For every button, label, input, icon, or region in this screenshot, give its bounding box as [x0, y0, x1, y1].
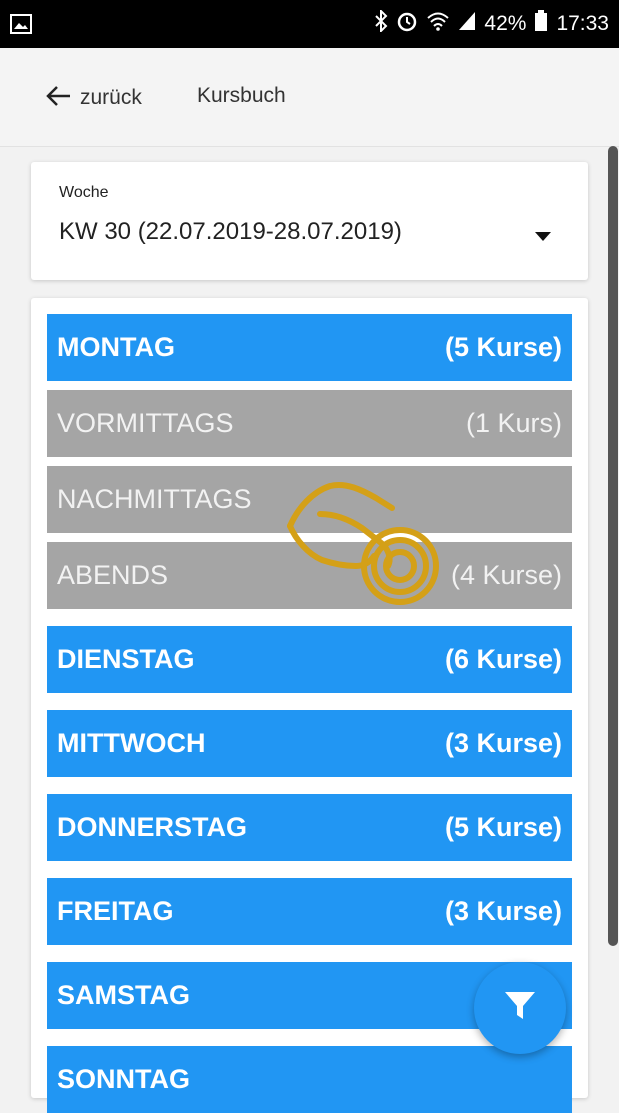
row-count: (3 Kurse)	[444, 728, 562, 758]
battery-icon	[534, 10, 548, 38]
slot-row-nachmittags[interactable]: NACHMITTAGS	[47, 466, 572, 533]
row-label: SAMSTAG	[57, 980, 190, 1010]
wifi-icon	[426, 11, 450, 37]
day-row-freitag[interactable]: FREITAG (3 Kurse)	[47, 878, 572, 945]
row-count: (3 Kurse)	[444, 896, 562, 926]
clock-time: 17:33	[556, 12, 609, 35]
row-count: (5 Kurse)	[444, 812, 562, 842]
row-label: FREITAG	[57, 896, 174, 926]
back-button[interactable]: zurück	[46, 82, 142, 114]
row-count: (6 Kurse)	[444, 644, 562, 674]
row-count: (1 Kurs)	[465, 408, 562, 438]
filter-button[interactable]	[474, 962, 566, 1054]
row-label: NACHMITTAGS	[57, 484, 252, 514]
alarm-icon	[396, 10, 418, 38]
bluetooth-icon	[374, 8, 388, 38]
status-bar: 42% 17:33	[0, 0, 619, 48]
row-count: (5 Kurse)	[444, 332, 562, 362]
week-label: Woche	[59, 184, 109, 201]
row-label: MONTAG	[57, 332, 175, 362]
signal-icon	[458, 11, 476, 37]
row-label: DONNERSTAG	[57, 812, 248, 842]
row-label: ABENDS	[57, 560, 169, 590]
row-label: DIENSTAG	[57, 644, 195, 674]
day-row-montag[interactable]: MONTAG (5 Kurse)	[47, 314, 572, 381]
caret-down-icon	[535, 228, 551, 246]
week-value: KW 30 (22.07.2019-28.07.2019)	[59, 218, 402, 245]
battery-text: 42%	[484, 12, 527, 35]
slot-row-abends[interactable]: ABENDS (4 Kurse)	[47, 542, 572, 609]
day-row-dienstag[interactable]: DIENSTAG (6 Kurse)	[47, 626, 572, 693]
row-label: SONNTAG	[57, 1064, 190, 1094]
arrow-left-icon	[46, 85, 72, 112]
row-count: (4 Kurse)	[450, 560, 562, 590]
day-row-mittwoch[interactable]: MITTWOCH (3 Kurse)	[47, 710, 572, 777]
row-label: MITTWOCH	[57, 728, 206, 758]
scrollbar[interactable]	[608, 146, 618, 946]
back-label: zurück	[80, 86, 142, 109]
day-row-sonntag[interactable]: SONNTAG	[47, 1046, 572, 1113]
image-icon	[10, 14, 32, 39]
app-header: zurück Kursbuch	[0, 48, 619, 147]
filter-icon	[503, 989, 537, 1028]
week-select[interactable]: Woche KW 30 (22.07.2019-28.07.2019)	[31, 162, 588, 280]
page-title: Kursbuch	[197, 84, 286, 107]
row-label: VORMITTAGS	[57, 408, 234, 438]
day-row-donnerstag[interactable]: DONNERSTAG (5 Kurse)	[47, 794, 572, 861]
slot-row-vormittags[interactable]: VORMITTAGS (1 Kurs)	[47, 390, 572, 457]
